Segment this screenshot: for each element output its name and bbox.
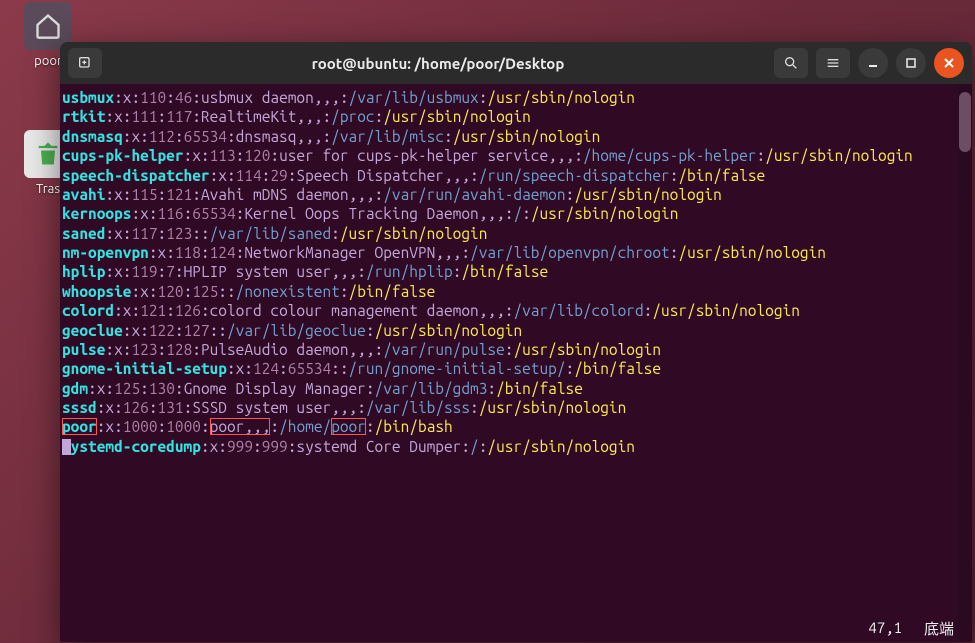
terminal-window: root@ubuntu: /home/poor/Desktop usbmux:x… (60, 42, 972, 642)
passwd-line: gnome-initial-setup:x:124:65534::/run/gn… (62, 359, 966, 378)
terminal-output: usbmux:x:110:46:usbmux daemon,,,:/var/li… (62, 88, 966, 456)
passwd-line: saned:x:117:123::/var/lib/saned:/usr/sbi… (62, 224, 966, 243)
passwd-line: nm-openvpn:x:118:124:NetworkManager Open… (62, 243, 966, 262)
passwd-line: whoopsie:x:120:125::/nonexistent:/bin/fa… (62, 282, 966, 301)
passwd-line: pulse:x:123:128:PulseAudio daemon,,,:/va… (62, 340, 966, 359)
passwd-line: poor:x:1000:1000:poor,,,:/home/poor:/bin… (62, 417, 966, 436)
desktop-folder-label: poor (34, 54, 62, 68)
close-button[interactable] (934, 48, 964, 78)
status-bottom-cn: 底端 (924, 621, 954, 640)
passwd-line: gdm:x:125:130:Gnome Display Manager:/var… (62, 379, 966, 398)
scroll-thumb[interactable] (959, 92, 971, 152)
passwd-line: usbmux:x:110:46:usbmux daemon,,,:/var/li… (62, 88, 966, 107)
passwd-line: dnsmasq:x:112:65534:dnsmasq,,,:/var/lib/… (62, 127, 966, 146)
terminal-body[interactable]: usbmux:x:110:46:usbmux daemon,,,:/var/li… (60, 84, 972, 642)
search-button[interactable] (774, 48, 808, 78)
window-title: root@ubuntu: /home/poor/Desktop (108, 55, 768, 72)
passwd-line: avahi:x:115:121:Avahi mDNS daemon,,,:/va… (62, 185, 966, 204)
passwd-line: cups-pk-helper:x:113:120:user for cups-p… (62, 146, 966, 165)
hamburger-menu-button[interactable] (816, 48, 850, 78)
maximize-button[interactable] (896, 48, 926, 78)
passwd-line: geoclue:x:122:127::/var/lib/geoclue:/usr… (62, 321, 966, 340)
passwd-line: hplip:x:119:7:HPLIP system user,,,:/run/… (62, 262, 966, 281)
passwd-line: rtkit:x:111:117:RealtimeKit,,,:/proc:/us… (62, 107, 966, 126)
desktop-trash-label: Tras (36, 182, 60, 196)
passwd-line: systemd-coredump:x:999:999:systemd Core … (62, 437, 966, 456)
titlebar: root@ubuntu: /home/poor/Desktop (60, 42, 972, 84)
passwd-line: speech-dispatcher:x:114:29:Speech Dispat… (62, 166, 966, 185)
new-tab-button[interactable] (68, 48, 102, 78)
minimize-button[interactable] (858, 48, 888, 78)
terminal-scrollbar[interactable] (958, 84, 972, 642)
cursor-position: 47,1 (868, 619, 902, 638)
passwd-line: colord:x:121:126:colord colour managemen… (62, 301, 966, 320)
passwd-line: sssd:x:126:131:SSSD system user,,,:/var/… (62, 398, 966, 417)
passwd-line: kernoops:x:116:65534:Kernel Oops Trackin… (62, 204, 966, 223)
